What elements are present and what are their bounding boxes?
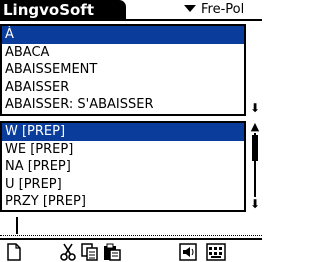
word-list[interactable]: À ABACA ABAISSEMENT ABAISSER ABAISSER: S… (0, 24, 246, 116)
language-picker-label: Fre-Pol (201, 2, 245, 17)
toolbar (0, 238, 262, 262)
word-list-item[interactable]: ABAISSER: S'ABAISSER (2, 96, 244, 114)
keyboard-icon[interactable] (206, 242, 226, 262)
new-document-icon[interactable] (4, 242, 24, 262)
word-list-item[interactable]: ABAISSER (2, 79, 244, 97)
title-bar: LingvoSoft Fre-Pol (0, 0, 262, 21)
word-list-item[interactable]: ABAISSEMENT (2, 61, 244, 79)
text-caret (16, 217, 18, 234)
search-input[interactable] (20, 214, 260, 235)
translation-scrollbar[interactable]: ▲ ⬇ (248, 121, 262, 212)
paste-icon[interactable] (102, 242, 122, 262)
translation-list-item[interactable]: PRZY [PREP] (2, 193, 244, 210)
scroll-up-icon[interactable]: ▲ (248, 121, 262, 133)
translation-list-item[interactable]: U [PREP] (2, 176, 244, 194)
app-title[interactable]: LingvoSoft (0, 0, 126, 21)
cut-icon[interactable] (58, 242, 78, 262)
word-list-item[interactable]: À (2, 26, 244, 44)
search-area (0, 214, 262, 236)
translation-list[interactable]: W [PREP] WE [PREP] NA [PREP] U [PREP] PR… (0, 121, 246, 212)
scrollbar-thumb[interactable] (252, 135, 258, 161)
translation-list-item[interactable]: WE [PREP] (2, 141, 244, 159)
input-underline (0, 235, 262, 236)
speaker-icon[interactable] (178, 242, 198, 262)
translation-list-item[interactable]: W [PREP] (2, 123, 244, 141)
word-list-item[interactable]: ABACA (2, 44, 244, 62)
word-list-scroll-down-icon[interactable]: ⬇ (248, 101, 262, 115)
translation-list-item[interactable]: NA [PREP] (2, 158, 244, 176)
dropdown-triangle-icon (184, 5, 196, 12)
title-underline (0, 19, 262, 21)
scroll-down-icon[interactable]: ⬇ (248, 197, 262, 211)
copy-icon[interactable] (80, 242, 100, 262)
language-picker[interactable]: Fre-Pol (182, 0, 262, 19)
